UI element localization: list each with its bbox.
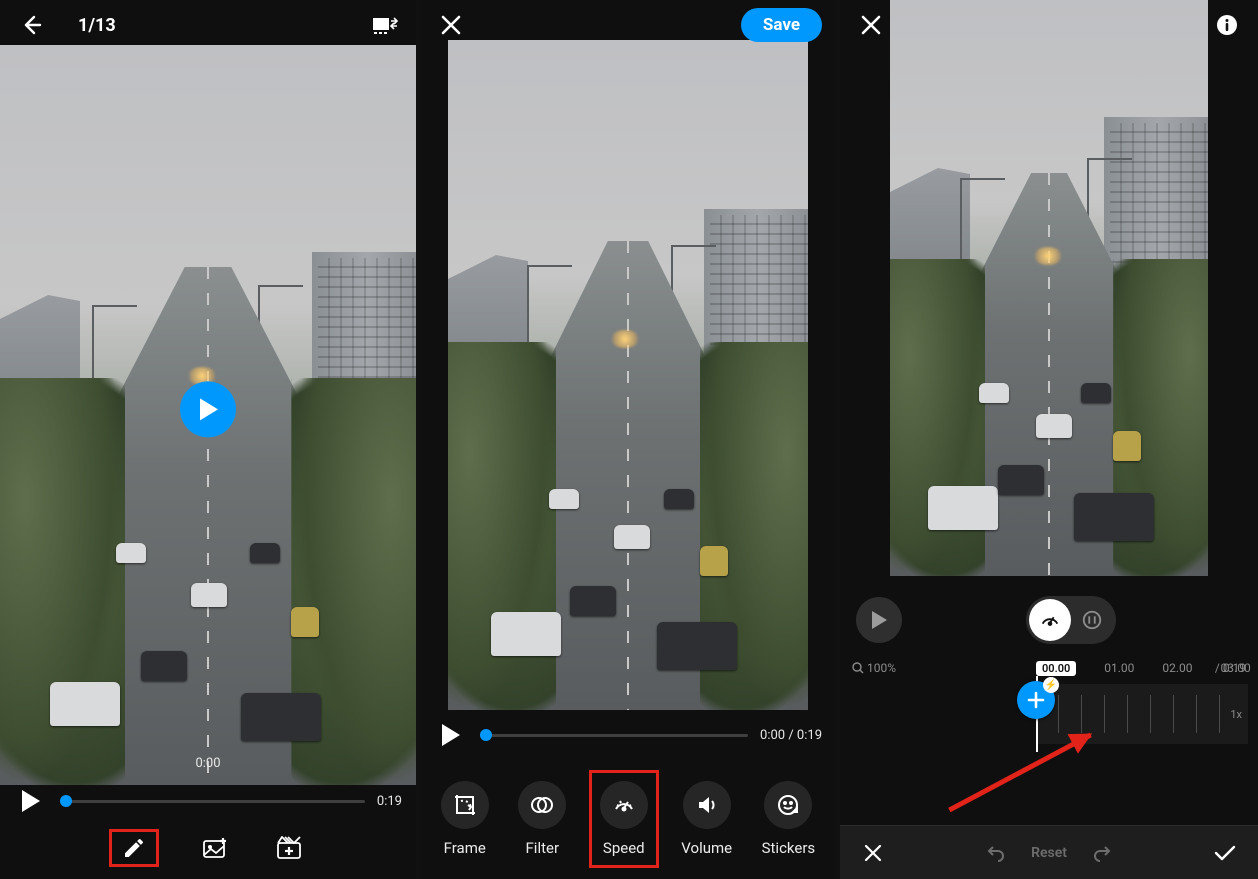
time-display: 0:00 / 0:19 [760,728,822,743]
redo-button[interactable] [1085,836,1119,870]
time-total: 0:19 [377,794,402,809]
footer-bar: Reset [840,825,1258,879]
video-preview[interactable] [0,45,416,785]
volume-icon [683,781,731,829]
tool-label: Volume [681,839,732,857]
cancel-button[interactable] [856,836,890,870]
undo-button[interactable] [979,836,1013,870]
tool-label: Speed [603,839,645,857]
zoom-level[interactable]: 100% [852,661,896,675]
confirm-button[interactable] [1208,836,1242,870]
tool-label: Frame [444,839,486,857]
close-button[interactable] [854,8,888,42]
save-button[interactable]: Save [741,8,822,42]
frame-icon [441,781,489,829]
speed-mode-toggle[interactable] [1026,596,1116,644]
tool-volume[interactable]: Volume [681,781,732,857]
playback-bar: 0:00 / 0:19 [420,715,836,755]
timeline-tick-labels: 00.00 01.00 02.00 03.00 [1036,661,1251,676]
screen-media-preview: 1/13 0:00 0:19 [0,0,416,879]
topbar [840,0,1258,50]
reorder-media-button[interactable] [368,8,402,42]
scene-illustration [448,40,808,710]
tool-frame[interactable]: Frame [441,781,489,857]
play-button[interactable] [180,381,236,437]
filter-icon [518,781,566,829]
add-clip-button[interactable] [273,831,307,865]
current-time-label: 0:00 [0,743,416,783]
playback-bar: 0:19 [0,781,416,821]
tool-stickers[interactable]: Stickers [762,781,816,857]
annotation-arrow [948,733,1092,813]
play-small-button[interactable] [434,718,468,752]
back-button[interactable] [14,8,48,42]
close-button[interactable] [434,8,468,42]
play-button[interactable] [856,597,902,643]
reset-button[interactable]: Reset [1031,845,1067,861]
tool-label: Stickers [762,839,816,857]
play-small-button[interactable] [14,784,48,818]
video-preview[interactable] [448,40,808,710]
screen-edit-tools: Save 0:00 / 0:19 Frame Filter [420,0,836,879]
speed-icon [600,781,648,829]
tool-label: Filter [526,839,560,857]
progress-slider[interactable] [480,734,748,737]
tool-row: Frame Filter Speed Volume Stickers [420,759,836,879]
topbar: 1/13 [0,0,416,50]
edit-button[interactable] [109,829,159,867]
progress-slider[interactable] [60,800,365,803]
curve-mode-option[interactable] [1029,599,1071,641]
stickers-icon [764,781,812,829]
video-preview[interactable] [890,0,1208,576]
info-button[interactable] [1210,8,1244,42]
timeline-current: 00.00 [1036,661,1076,676]
freeze-mode-option[interactable] [1071,599,1113,641]
screen-speed-editor: 100% 00.00 01.00 02.00 03.00 / 0:19 1x ⚡… [840,0,1258,879]
scene-illustration [890,0,1208,576]
tool-filter[interactable]: Filter [518,781,566,857]
media-counter: 1/13 [78,15,116,36]
tool-speed[interactable]: Speed [596,777,652,861]
add-speed-point-button[interactable]: ⚡ [1017,681,1055,719]
time-current: 0:00 [195,756,220,771]
topbar: Save [420,0,836,50]
speed-controls-row [840,588,1258,652]
speed-multiplier-label: 1x [1230,708,1242,721]
add-image-button[interactable] [199,831,233,865]
bottom-toolbar [0,817,416,879]
bolt-icon: ⚡ [1043,677,1059,693]
